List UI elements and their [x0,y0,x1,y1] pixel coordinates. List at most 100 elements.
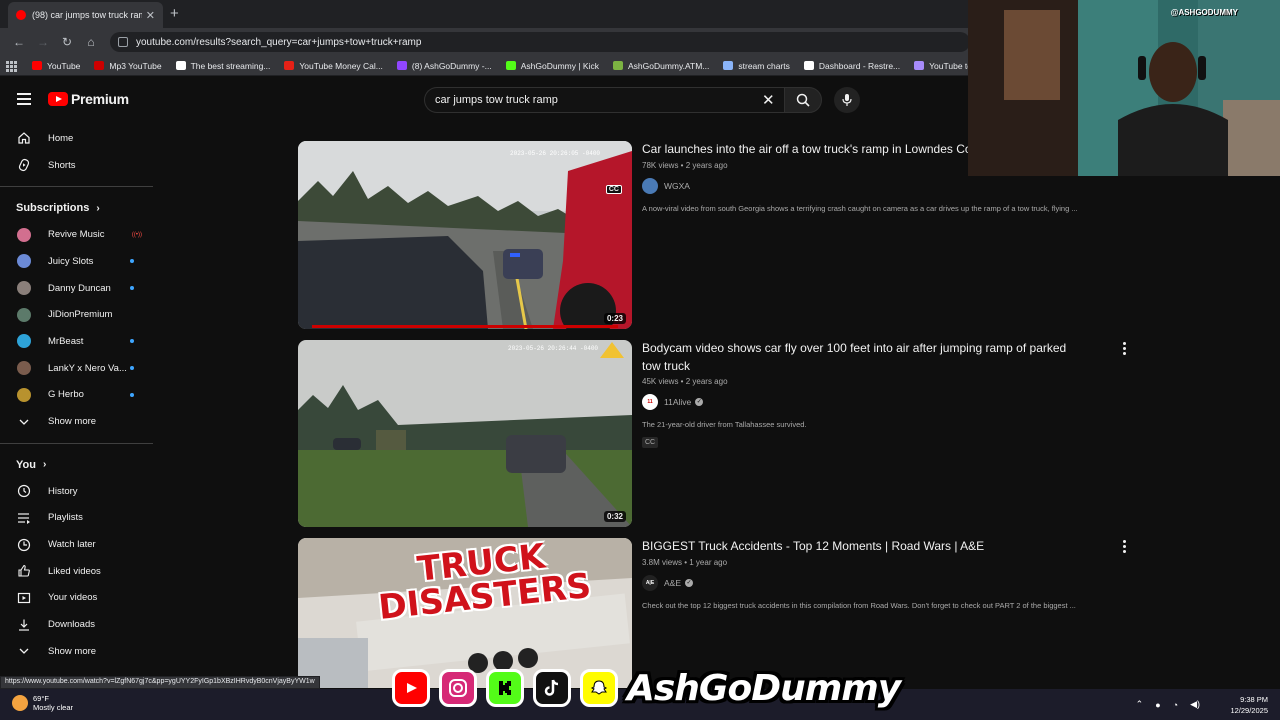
clear-search-icon[interactable]: ✕ [762,91,775,109]
weather-condition: Mostly clear [33,703,74,712]
subscription-item[interactable]: G Herbo [0,382,160,409]
bookmark-item[interactable]: YouTube [32,61,80,71]
search-button[interactable] [784,87,822,113]
video-result[interactable]: 2023-05-26 20:26:44 -0400 0:32 Bodycam v… [298,340,1128,528]
new-tab-icon[interactable]: + [170,5,179,22]
address-url: youtube.com/results?search_query=car+jum… [136,36,422,48]
chevron-right-icon: › [42,459,47,471]
show-more-you[interactable]: Show more [0,638,160,665]
hamburger-menu-icon[interactable] [17,93,31,105]
voice-search-button[interactable] [834,87,860,113]
bookmark-item[interactable]: YouTube Money Cal... [284,61,383,71]
home-browser-icon[interactable]: ⌂ [80,31,102,53]
bookmark-item[interactable]: The best streaming... [175,60,271,71]
search-icon [796,93,810,107]
subscription-item[interactable]: Juicy Slots [0,248,160,275]
bookmark-favicon-icon [612,61,623,70]
bookmark-label: The best streaming... [190,60,271,71]
sidebar-item-like[interactable]: Liked videos [0,558,160,585]
channel-avatar [17,281,31,296]
sidebar-item-history[interactable]: History [0,478,160,505]
home-icon [17,131,31,145]
microphone-tray-icon[interactable]: ● [1155,700,1160,710]
channel-link[interactable]: WGXA [642,177,1128,194]
sidebar-item-your-videos[interactable]: Your videos [0,585,160,612]
subscriptions-list: Revive Music ((•)) Juicy Slots Danny Duncan… [0,221,160,408]
channel-avatar[interactable]: 11 [642,394,658,410]
bookmark-item[interactable]: AshGoDummy | Kick [505,61,599,71]
you-heading[interactable]: You › [0,452,160,478]
sidebar-item-download[interactable]: Downloads [0,611,160,638]
forward-icon[interactable]: → [32,31,54,53]
bookmark-item[interactable]: Mp3 YouTube [94,61,162,71]
back-icon[interactable]: ← [8,31,30,53]
youtube-premium-logo[interactable]: Premium [48,91,129,107]
sidebar-item-playlists[interactable]: Playlists [0,505,160,532]
channel-name[interactable]: 11Alive [664,397,691,407]
subscription-item[interactable]: Revive Music ((•)) [0,221,160,248]
bookmark-item[interactable]: Dashboard - Restre... [803,61,900,71]
sidebar-item-shorts[interactable]: Shorts [0,152,160,179]
show-more-subscriptions[interactable]: Show more [0,408,160,435]
address-bar[interactable]: youtube.com/results?search_query=car+jum… [110,32,970,52]
apps-grid-icon[interactable] [6,60,18,72]
volume-icon[interactable]: ◀) [1190,699,1200,710]
video-thumbnail[interactable]: 2023-05-26 20:26:44 -0400 0:32 [298,340,632,527]
channel-avatar [17,361,31,376]
channel-avatar[interactable]: A|E [642,574,658,591]
bookmark-favicon-icon [505,61,516,70]
more-actions-icon[interactable] [1120,540,1128,555]
channel-link[interactable]: A|E A&E ✓ [642,574,1128,591]
video-description: The 21-year-old driver from Tallahassee … [642,420,807,429]
video-duration: 0:32 [603,511,626,522]
browser-tab[interactable]: (98) car jumps tow truck ramp ✕ [8,2,163,28]
channel-avatar[interactable] [642,177,658,194]
bookmark-item[interactable]: AshGoDummy.ATM... [612,61,709,71]
wifi-icon[interactable]: ◔ [1173,700,1178,710]
weather-widget[interactable]: 69°F Mostly clear [12,694,73,712]
show-more-label: Show more [48,416,97,428]
subscription-item[interactable]: LankY x Nero Va... [0,355,160,382]
subscription-label: Danny Duncan [48,282,111,294]
bookmark-item[interactable]: (8) AshGoDummy -... [396,61,492,71]
screen: (98) car jumps tow truck ramp ✕ + ← → ↻ … [0,0,1280,720]
subscriptions-label: Subscriptions [16,202,90,215]
history-icon [17,484,31,498]
bookmark-label: stream charts [738,60,790,71]
svg-text:2023-05-26 20:26:44 -0400: 2023-05-26 20:26:44 -0400 [508,345,598,352]
video-title[interactable]: Bodycam video shows car fly over 100 fee… [642,340,1128,375]
bookmark-favicon-icon [175,61,186,70]
tray-overflow-chevron-icon[interactable]: ⌃ [1136,699,1144,710]
channel-name[interactable]: A&E [664,578,681,588]
subscription-label: LankY x Nero Va... [48,362,127,374]
sidebar-item-label: Watch later [48,539,96,551]
bookmark-item[interactable]: stream charts [723,61,790,71]
sidebar-item-label: Shorts [48,159,76,171]
sidebar-item-watch-later[interactable]: Watch later [0,531,160,558]
more-actions-icon[interactable] [1120,342,1128,357]
channel-name[interactable]: WGXA [664,181,690,191]
tab-close-icon[interactable]: ✕ [146,9,155,22]
bookmark-favicon-icon [396,61,407,70]
subscription-label: JiDionPremium [48,309,113,321]
reload-icon[interactable]: ↻ [56,31,78,53]
sidebar-item-label: Liked videos [48,565,101,577]
subscription-item[interactable]: JiDionPremium [0,301,160,328]
video-meta: BIGGEST Truck Accidents - Top 12 Moments… [642,538,1128,610]
closed-captions-icon[interactable]: CC [605,185,622,194]
search-input[interactable]: car jumps tow truck ramp [424,87,784,113]
subscription-item[interactable]: Danny Duncan [0,275,160,302]
subscription-item[interactable]: MrBeast [0,328,160,355]
clock-date: 12/29/2025 [1230,706,1268,715]
channel-link[interactable]: 11 11Alive ✓ [642,394,1128,410]
video-thumbnail[interactable]: 2023-05-26 20:26:05 -0400 CC 0:23 [298,141,632,329]
video-description: A now-viral video from south Georgia sho… [642,203,1078,213]
youtube-play-logo-icon [48,92,68,106]
video-duration: 0:23 [603,313,626,324]
sidebar-item-home[interactable]: Home [0,125,160,152]
streamer-brand-text: AshGoDummy [627,667,901,709]
site-info-icon[interactable] [118,37,128,47]
video-title[interactable]: BIGGEST Truck Accidents - Top 12 Moments… [642,538,1128,556]
taskbar-clock[interactable]: 9:38 PM 12/29/2025 [1230,694,1268,716]
subscriptions-heading[interactable]: Subscriptions › [0,195,160,221]
